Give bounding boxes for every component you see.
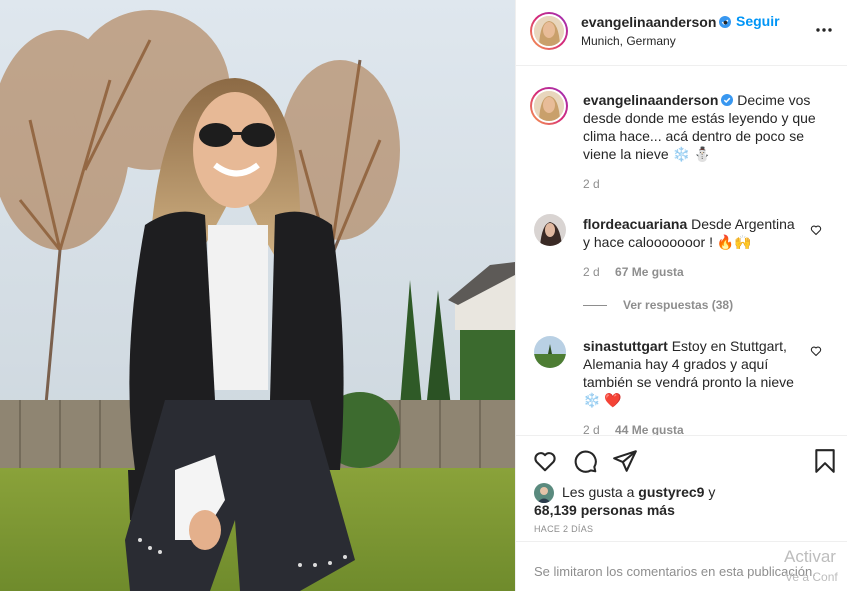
- caption-avatar-image: [534, 91, 564, 121]
- heart-icon[interactable]: [532, 448, 558, 474]
- caption-username[interactable]: evangelinaanderson: [583, 92, 718, 108]
- liked-by-text: Les gusta a gustyrec9 y: [534, 483, 715, 502]
- more-options-icon[interactable]: [814, 22, 834, 38]
- bookmark-icon[interactable]: [812, 448, 838, 474]
- comment-avatar[interactable]: [534, 336, 566, 368]
- likes-count[interactable]: 68,139 personas más: [534, 502, 675, 518]
- post-photo[interactable]: [0, 0, 515, 591]
- header-separator: •: [723, 14, 728, 30]
- liked-by-connector: y: [708, 484, 716, 500]
- caption-meta: 2 d: [583, 177, 600, 191]
- comment-avatar[interactable]: [534, 214, 566, 246]
- caption-time[interactable]: 2 d: [583, 177, 600, 191]
- post-panel: evangelinaanderson • Seguir Munich, Germ…: [515, 0, 847, 591]
- avatar-image: [534, 16, 564, 46]
- author-avatar[interactable]: [530, 12, 568, 50]
- liked-by-prefix: Les gusta a: [562, 484, 635, 500]
- comment-icon[interactable]: [572, 448, 598, 474]
- caption-avatar[interactable]: [530, 87, 568, 125]
- comments-section[interactable]: evangelinaanderson Decime vos desde dond…: [516, 67, 847, 435]
- photo-illustration: [0, 0, 515, 591]
- comment-time[interactable]: 2 d: [583, 423, 600, 435]
- comment-like-heart-icon[interactable]: [810, 345, 822, 357]
- comment-avatar-image: [534, 336, 566, 368]
- comments-limited-notice: Se limitaron los comentarios en esta pub…: [534, 564, 816, 579]
- view-replies-label[interactable]: Ver respuestas (38): [623, 298, 733, 312]
- comment-likes[interactable]: 44 Me gusta: [615, 423, 684, 435]
- post-header: evangelinaanderson • Seguir Munich, Germ…: [516, 0, 847, 66]
- comment-text: flordeacuariana Desde Argentina y hace c…: [583, 215, 798, 251]
- follow-button[interactable]: Seguir: [736, 13, 780, 29]
- caption-verified-badge-icon: [721, 94, 734, 106]
- post-location[interactable]: Munich, Germany: [581, 34, 676, 48]
- caption-text: evangelinaanderson Decime vos desde dond…: [583, 91, 823, 163]
- view-replies-button[interactable]: Ver respuestas (38): [583, 298, 733, 312]
- liked-by-count-line: 68,139 personas más: [534, 501, 675, 520]
- comment-text: sinastuttgart Estoy en Stuttgart, Aleman…: [583, 337, 798, 409]
- replies-divider: [583, 305, 607, 307]
- post-actions: Les gusta a gustyrec9 y 68,139 personas …: [516, 435, 847, 541]
- comment-avatar-image: [534, 214, 566, 246]
- author-username-text[interactable]: evangelinaanderson: [581, 14, 716, 30]
- comment-meta: 2 d 67 Me gusta: [583, 265, 684, 279]
- author-username[interactable]: evangelinaanderson: [581, 14, 732, 30]
- comment-box: Se limitaron los comentarios en esta pub…: [516, 541, 847, 591]
- post-timestamp[interactable]: HACE 2 DÍAS: [534, 524, 593, 534]
- comment-like-heart-icon[interactable]: [810, 224, 822, 236]
- liked-by-user[interactable]: gustyrec9: [638, 484, 704, 500]
- comment-username[interactable]: flordeacuariana: [583, 216, 687, 232]
- share-icon[interactable]: [612, 448, 638, 474]
- comment-meta: 2 d 44 Me gusta: [583, 423, 684, 435]
- comment-time[interactable]: 2 d: [583, 265, 600, 279]
- comment-username[interactable]: sinastuttgart: [583, 338, 668, 354]
- comment-likes[interactable]: 67 Me gusta: [615, 265, 684, 279]
